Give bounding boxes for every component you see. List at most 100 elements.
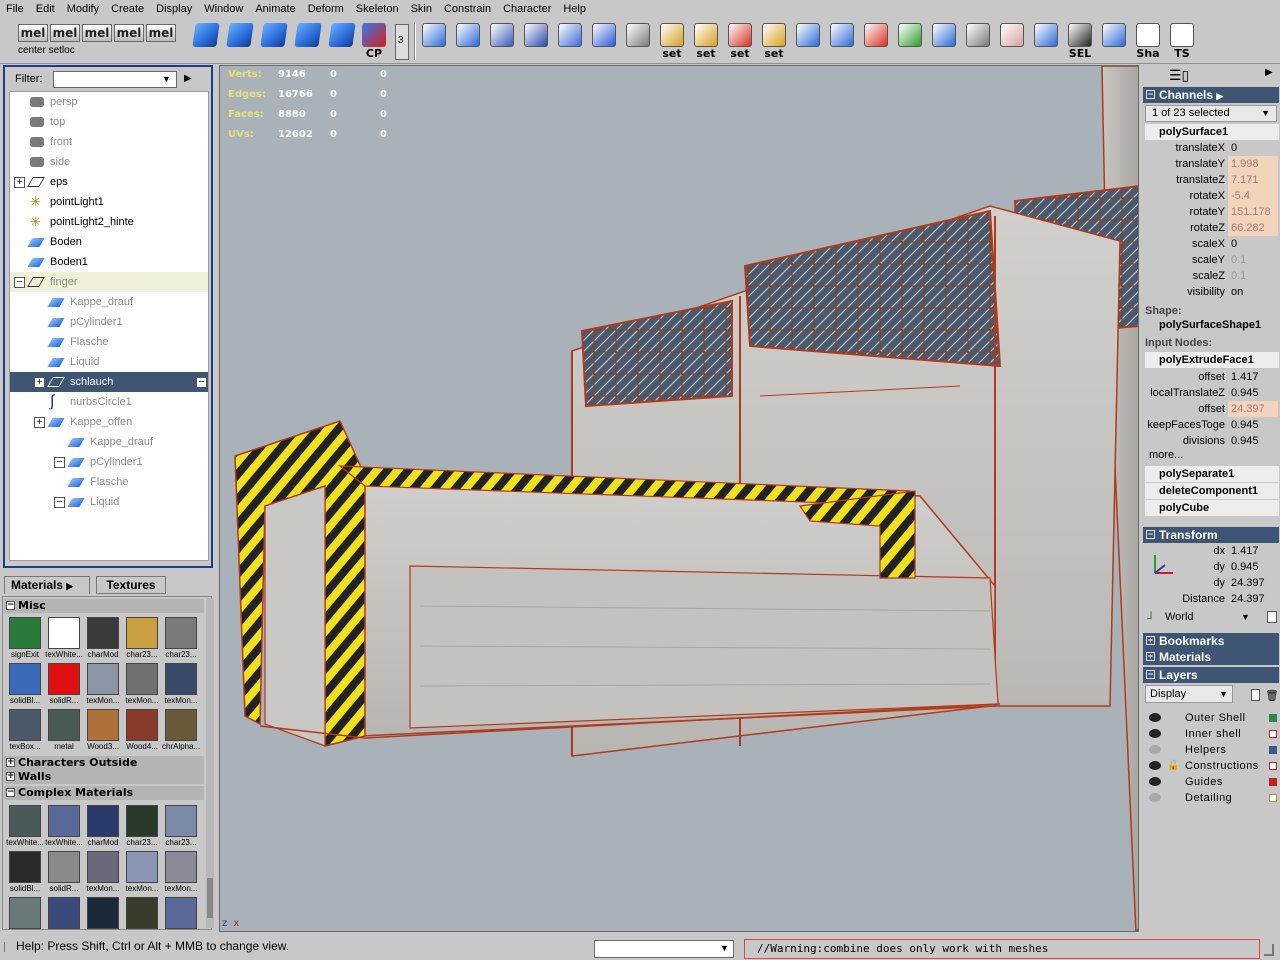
outliner-item-front[interactable]: front: [10, 132, 208, 152]
material-swatch[interactable]: char23...: [164, 804, 198, 848]
material-swatch[interactable]: solidR...: [47, 850, 81, 894]
history-node[interactable]: deleteComponent1: [1145, 483, 1279, 499]
channel-layout-icon[interactable]: ☰▯: [1169, 67, 1189, 84]
mel-select-icon[interactable]: SEL: [1064, 20, 1096, 60]
menu-edit[interactable]: Edit: [30, 0, 61, 18]
eye-hidden-icon[interactable]: [1149, 745, 1161, 754]
outliner-item-finger[interactable]: − finger: [10, 272, 208, 292]
collapse-icon[interactable]: −: [54, 457, 65, 468]
display-toggle-icon[interactable]: [1098, 20, 1130, 60]
mel-button-2[interactable]: mel: [50, 24, 80, 42]
outliner-item-kappe-drauf[interactable]: Kappe_drauf: [10, 432, 208, 452]
poly-split-tool-icon[interactable]: [452, 20, 484, 60]
channel-attr-localtranslatez[interactable]: localTranslateZ 0.945: [1145, 385, 1279, 401]
menu-file[interactable]: File: [0, 0, 30, 18]
channel-attr-translatez[interactable]: translateZ 7.171: [1145, 172, 1279, 188]
tab-textures[interactable]: Textures: [96, 576, 166, 594]
channel-attr-value[interactable]: 24.397: [1228, 575, 1278, 591]
perspective-viewport[interactable]: Verts: 9146 0 0 Edges: 16766 0 0 Faces: 8880 0 0 UVs…: [219, 65, 1139, 932]
poly-sphere-icon[interactable]: [1030, 20, 1062, 60]
space-dropdown[interactable]: ⅃ World ▼: [1145, 607, 1271, 627]
channel-attr-value[interactable]: 0.945: [1228, 417, 1278, 433]
poly-delete-tool-icon[interactable]: [622, 20, 654, 60]
poly-smooth-tool-icon[interactable]: [292, 20, 324, 60]
channel-attr-scaley[interactable]: scaleY 0.1: [1145, 252, 1279, 268]
layer-inner-shell[interactable]: Inner shell: [1145, 726, 1279, 742]
outliner-item-kappe-drauf[interactable]: Kappe_drauf: [10, 292, 208, 312]
channel-attr-dx[interactable]: dx 1.417: [1145, 543, 1279, 559]
material-swatch[interactable]: solidBl...: [8, 850, 42, 894]
object-name[interactable]: polySurface1: [1145, 124, 1279, 140]
channel-attr-keepfacestoge[interactable]: keepFacesToge 0.945: [1145, 417, 1279, 433]
collapse-icon[interactable]: −: [14, 277, 25, 288]
material-swatch[interactable]: texMon...: [125, 662, 159, 706]
mel-button-5[interactable]: mel: [146, 24, 176, 42]
channel-attr-value[interactable]: 0: [1228, 140, 1278, 156]
channel-attr-value[interactable]: 0.945: [1228, 559, 1278, 575]
selection-dropdown[interactable]: 1 of 23 selected ▼: [1145, 105, 1277, 122]
snap-curve-icon[interactable]: [860, 20, 892, 60]
channel-attr-value[interactable]: 0: [1228, 236, 1278, 252]
layer-outer-shell[interactable]: Outer Shell: [1145, 710, 1279, 726]
resize-grip-icon[interactable]: [1264, 944, 1274, 956]
channel-attr-value[interactable]: 151.178: [1228, 204, 1278, 220]
material-swatch[interactable]: texWhite...: [45, 804, 83, 848]
lock-icon[interactable]: 🔒: [1167, 758, 1179, 774]
material-swatch[interactable]: char23...: [125, 616, 159, 660]
material-swatch[interactable]: charMod: [86, 616, 120, 660]
channel-attr-dy[interactable]: dy 24.397: [1145, 575, 1279, 591]
menu-modify[interactable]: Modify: [61, 0, 105, 18]
mel-button-4[interactable]: mel: [114, 24, 144, 42]
set-tool-1-icon[interactable]: set: [656, 20, 688, 60]
layer-color-swatch[interactable]: [1269, 762, 1277, 770]
poly-append-tool-icon[interactable]: [418, 20, 450, 60]
layer-color-swatch[interactable]: [1269, 746, 1277, 754]
filter-arrow-icon[interactable]: ▶: [184, 73, 192, 84]
channel-attr-translatey[interactable]: translateY 1.998: [1145, 156, 1279, 172]
menu-create[interactable]: Create: [105, 0, 150, 18]
section-misc[interactable]: − Misc: [4, 599, 204, 613]
input-node[interactable]: polyExtrudeFace1: [1145, 352, 1279, 368]
material-swatch[interactable]: texMon...: [125, 850, 159, 894]
material-swatch[interactable]: char23...: [125, 804, 159, 848]
channel-attr-divisions[interactable]: divisions 0.945: [1145, 433, 1279, 449]
poly-select-faces-icon[interactable]: [520, 20, 552, 60]
material-swatch[interactable]: texWhite...: [45, 616, 83, 660]
filter-input[interactable]: [53, 71, 177, 88]
delete-layer-icon[interactable]: 🗑: [1265, 689, 1279, 702]
shape-node[interactable]: polySurfaceShape1: [1145, 317, 1279, 333]
set-tool-3-icon[interactable]: set: [724, 20, 756, 60]
poly-bridge-tool-icon[interactable]: [588, 20, 620, 60]
outliner-item-eps[interactable]: + eps: [10, 172, 208, 192]
command-dropdown-icon[interactable]: ▼: [720, 943, 729, 953]
eye-icon[interactable]: [1149, 761, 1161, 770]
material-swatch[interactable]: metal: [47, 708, 81, 752]
eye-icon[interactable]: [1149, 777, 1161, 786]
menu-character[interactable]: Character: [497, 0, 557, 18]
set-tool-4-icon[interactable]: set: [758, 20, 790, 60]
outliner-item-side[interactable]: side: [10, 152, 208, 172]
poly-cube-tool-icon[interactable]: [190, 20, 222, 60]
menu-help[interactable]: Help: [557, 0, 592, 18]
channel-attr-rotatez[interactable]: rotateZ 66.282: [1145, 220, 1279, 236]
outliner-item-schlauch[interactable]: + schlauch −: [10, 372, 208, 392]
expand-icon[interactable]: +: [34, 377, 45, 388]
menu-animate[interactable]: Animate: [249, 0, 301, 18]
channel-attr-scalex[interactable]: scaleX 0: [1145, 236, 1279, 252]
tab-materials[interactable]: Materials ▶: [4, 576, 90, 594]
eye-icon[interactable]: [1149, 729, 1161, 738]
layer-constructions[interactable]: 🔒 Constructions: [1145, 758, 1279, 774]
outliner-item-kappe-offen[interactable]: + Kappe_offen: [10, 412, 208, 432]
material-swatch[interactable]: texMon...: [164, 850, 198, 894]
center-pivot-tool[interactable]: CP: [358, 20, 390, 60]
materials-header[interactable]: + Materials: [1143, 649, 1279, 665]
layer-color-swatch[interactable]: [1269, 778, 1277, 786]
channel-attr-dy[interactable]: dy 0.945: [1145, 559, 1279, 575]
layer-helpers[interactable]: Helpers: [1145, 742, 1279, 758]
outliner-item-pcylinder1[interactable]: pCylinder1: [10, 312, 208, 332]
channel-attr-value[interactable]: 1.417: [1228, 369, 1278, 385]
channel-attr-value[interactable]: -5.4: [1228, 188, 1278, 204]
material-swatch[interactable]: solidBl...: [8, 662, 42, 706]
material-swatch[interactable]: charMod: [86, 804, 120, 848]
poly-combine-tool-icon[interactable]: [224, 20, 256, 60]
